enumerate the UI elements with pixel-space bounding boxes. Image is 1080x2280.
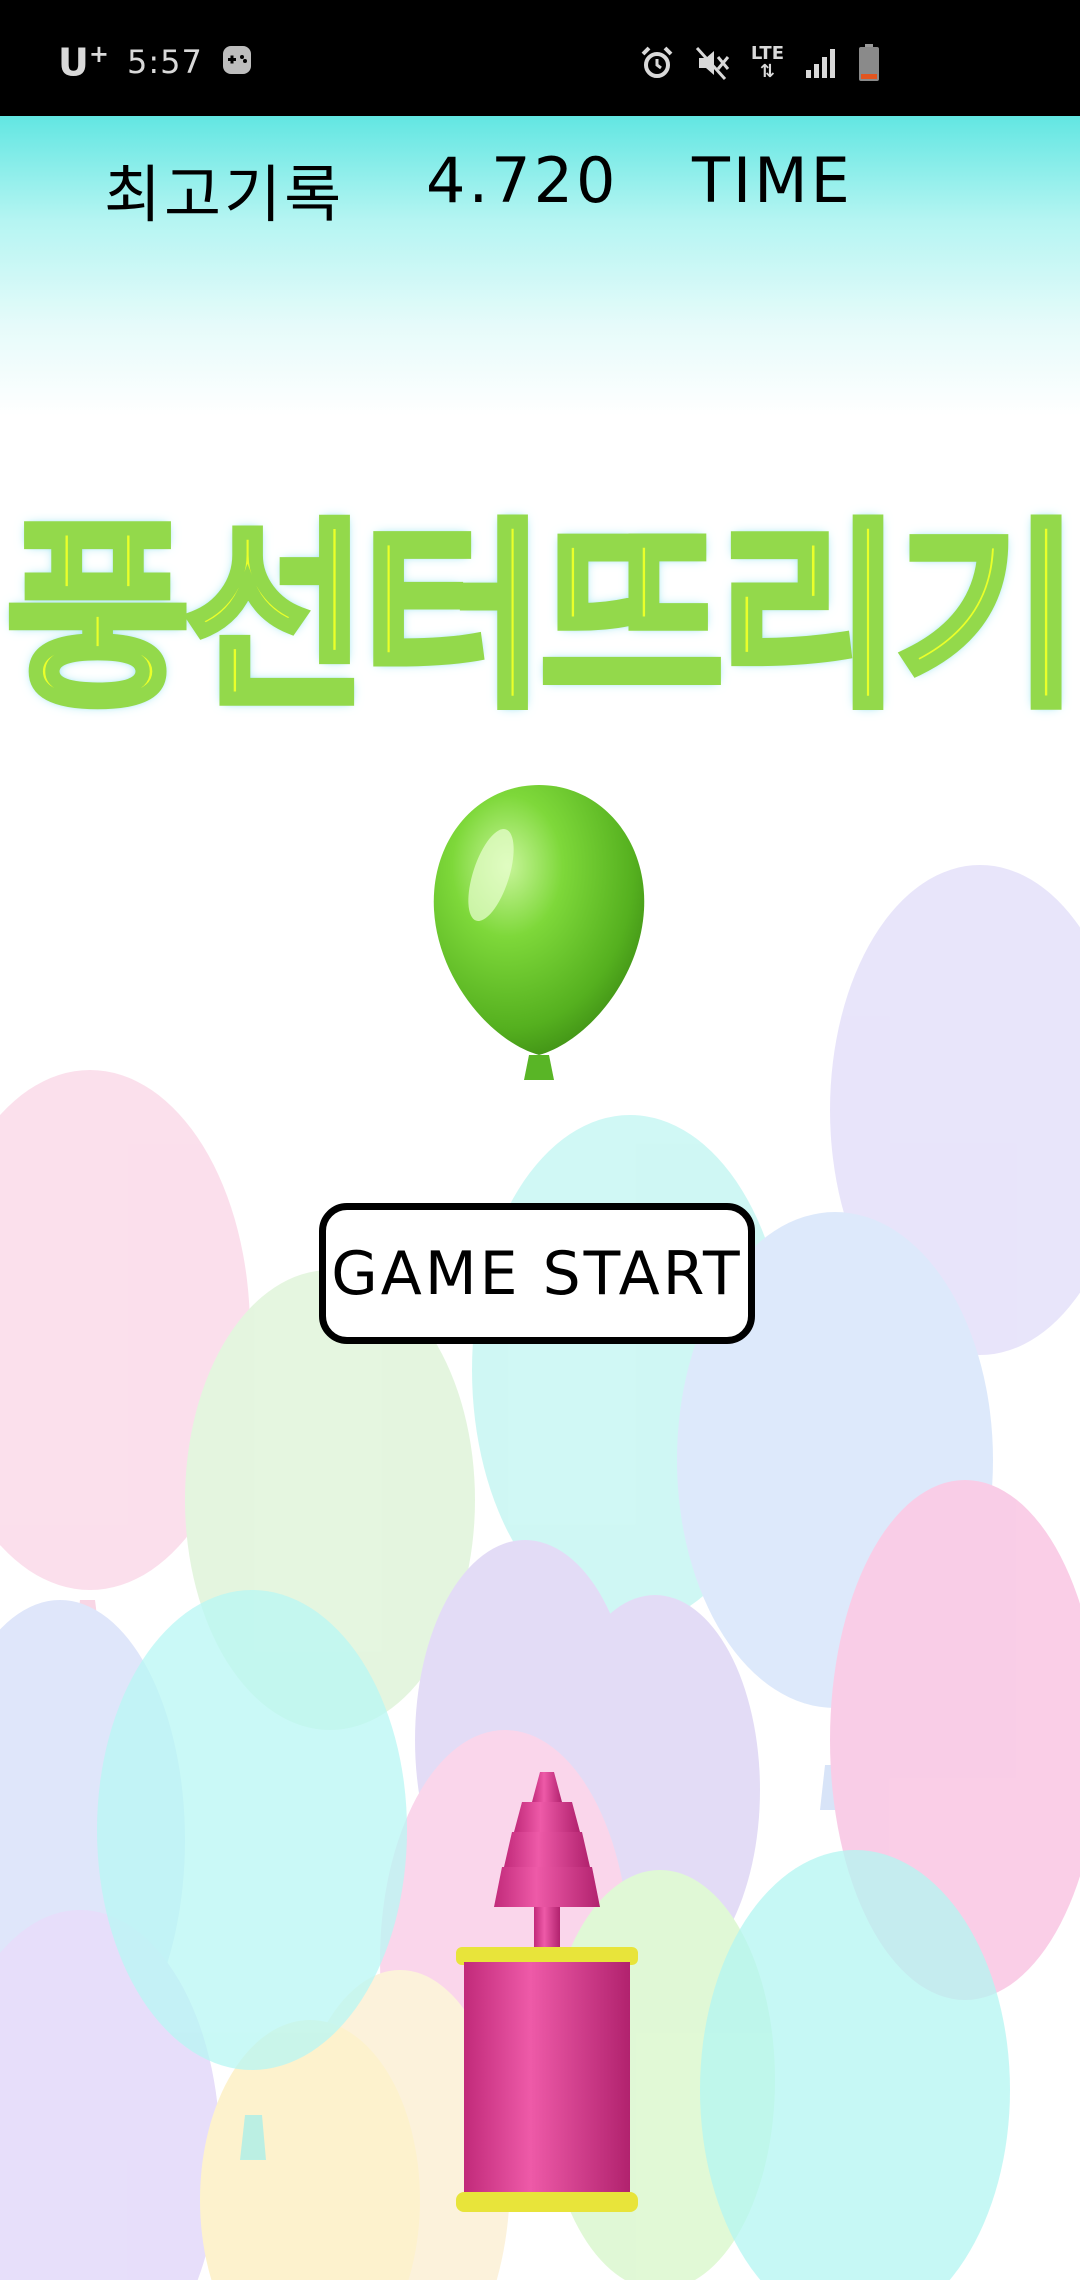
- signal-icon: [804, 46, 838, 80]
- game-screen: U+ 5:57 LTE ⇅ 최고기록 4.720 TIME 풍선터뜨리기 GAM…: [0, 0, 1080, 2280]
- game-launcher-icon: [221, 44, 253, 80]
- best-record-value: 4.720: [426, 144, 619, 217]
- game-start-button[interactable]: GAME START: [319, 1203, 755, 1344]
- bg-balloon: [97, 1590, 407, 2070]
- battery-icon: [858, 44, 880, 82]
- title-area: 풍선터뜨리기: [2, 455, 1080, 745]
- hud-bar: 최고기록 4.720 TIME: [0, 116, 1080, 416]
- status-time: 5:57: [126, 43, 203, 82]
- status-right: LTE ⇅: [639, 44, 880, 82]
- green-balloon[interactable]: [426, 780, 652, 1085]
- lte-icon: LTE ⇅: [750, 43, 784, 82]
- game-title: 풍선터뜨리기: [2, 498, 1080, 739]
- carrier-label: U+: [58, 40, 109, 85]
- time-label: TIME: [692, 144, 853, 217]
- status-bar: U+ 5:57 LTE ⇅: [0, 0, 1080, 116]
- balloon-pump[interactable]: [452, 1772, 642, 2222]
- best-record-label: 최고기록: [104, 158, 345, 231]
- mute-icon: [695, 45, 731, 81]
- status-left: U+ 5:57: [58, 40, 253, 85]
- alarm-icon: [639, 45, 675, 81]
